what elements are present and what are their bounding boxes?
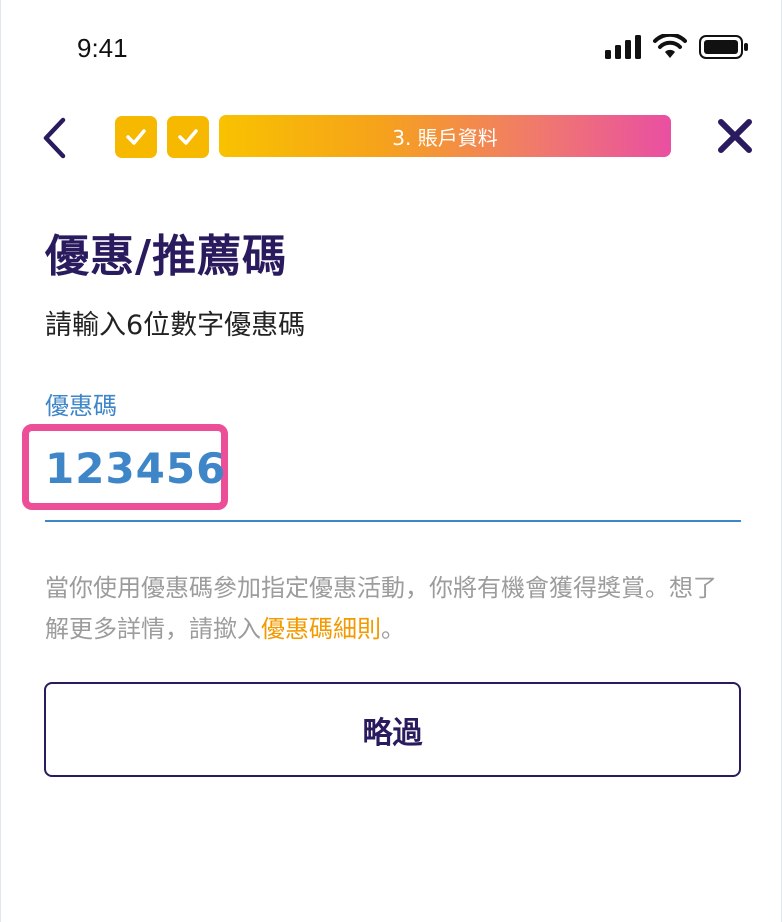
page-title: 優惠/推薦碼: [45, 231, 288, 282]
back-chevron-icon[interactable]: [39, 116, 69, 160]
checkmark-icon: [126, 129, 146, 145]
helper-text: 當你使用優惠碼參加指定優惠活動，你將有機會獲得獎賞。想了解更多詳情，請撳入優惠碼…: [45, 568, 735, 650]
battery-icon: [699, 35, 748, 59]
checkmark-icon: [178, 129, 198, 145]
status-icons: [605, 34, 749, 60]
current-step-label: 3. 賬戶資料: [392, 125, 498, 150]
cellular-signal-icon: [605, 35, 641, 59]
promo-code-underline: [45, 520, 741, 522]
step-3-current: 3. 賬戶資料: [219, 115, 671, 157]
promo-terms-link[interactable]: 優惠碼細則: [261, 615, 381, 643]
status-time: 9:41: [77, 33, 128, 63]
promo-code-input[interactable]: 123456: [45, 444, 226, 493]
phone-screen: 9:41 3. 賬戶資料 優惠/推薦碼 請輸入6位數字優惠碼 優惠碼 12345…: [0, 0, 782, 922]
close-icon[interactable]: [715, 116, 755, 156]
skip-button[interactable]: 略過: [44, 682, 741, 777]
wifi-icon: [653, 34, 687, 58]
skip-button-label: 略過: [362, 715, 423, 751]
page-subtitle: 請輸入6位數字優惠碼: [45, 310, 306, 341]
promo-code-label: 優惠碼: [45, 392, 117, 420]
helper-text-end: 。: [381, 615, 405, 643]
step-1-completed: [115, 116, 157, 158]
step-2-completed: [167, 116, 209, 158]
